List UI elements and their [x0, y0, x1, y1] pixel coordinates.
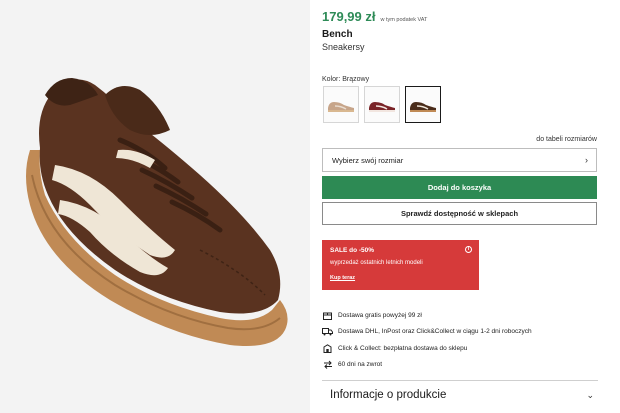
shoe-thumbnail-brown: [410, 101, 436, 112]
price-row: 179,99 zł w tym podatek VAT: [322, 9, 427, 24]
size-chart-link[interactable]: do tabeli rozmiarów: [536, 136, 597, 143]
size-select[interactable]: Wybierz swój rozmiar ›: [322, 148, 597, 172]
product-price: 179,99 zł: [322, 9, 376, 24]
product-info-title: Informacje o produkcie: [330, 389, 447, 401]
vat-note: w tym podatek VAT: [380, 17, 428, 23]
benefit-text: Dostawa DHL, InPost oraz Click&Collect w…: [338, 328, 532, 336]
benefit-text: Click & Collect: bezpłatna dostawa do sk…: [338, 344, 468, 352]
benefit-returns: 60 dni na zwrot: [322, 357, 598, 374]
sale-banner: SALE do -50% wyprzedaż ostatnich letnich…: [322, 240, 479, 290]
delivery-box-icon: [322, 310, 333, 320]
benefit-free-delivery: Dostawa gratis powyżej 99 zł: [322, 307, 598, 324]
swatch-beige[interactable]: [323, 86, 359, 123]
benefit-carriers: Dostawa DHL, InPost oraz Click&Collect w…: [322, 324, 598, 341]
benefit-click-collect: Click & Collect: bezpłatna dostawa do sk…: [322, 340, 598, 357]
benefit-text: Dostawa gratis powyżej 99 zł: [338, 311, 422, 319]
delivery-truck-icon: [322, 327, 333, 337]
product-info-accordion[interactable]: Informacje o produkcie ⌄: [330, 389, 598, 401]
chevron-down-icon: ⌄: [586, 389, 594, 400]
swatch-burgundy[interactable]: [364, 86, 400, 123]
benefit-text: 60 dni na zwrot: [338, 361, 383, 369]
info-icon[interactable]: i: [465, 246, 472, 253]
product-details-panel: 179,99 zł w tym podatek VAT Bench Sneake…: [322, 0, 598, 413]
product-image[interactable]: [0, 0, 310, 413]
return-arrows-icon: [322, 360, 333, 370]
sale-title: SALE do -50%: [330, 247, 375, 254]
section-divider: [322, 380, 598, 381]
sale-description: wyprzedaż ostatnich letnich modeli: [330, 260, 423, 266]
product-brand[interactable]: Bench: [322, 29, 353, 40]
shoe-thumbnail-burgundy: [369, 101, 395, 112]
sale-shop-now-link[interactable]: Kup teraz: [330, 275, 355, 281]
chevron-right-icon: ›: [585, 154, 588, 165]
color-label: Kolor: Brązowy: [322, 76, 370, 83]
add-to-cart-button[interactable]: Dodaj do koszyka: [322, 176, 597, 199]
sneaker-image: [26, 78, 288, 346]
size-select-placeholder: Wybierz swój rozmiar: [332, 155, 404, 165]
product-name: Sneakersy: [322, 42, 365, 52]
shoe-thumbnail-beige: [328, 101, 354, 112]
benefits-list: Dostawa gratis powyżej 99 zł Dostawa DHL…: [322, 307, 598, 373]
check-store-availability-button[interactable]: Sprawdź dostępność w sklepach: [322, 202, 597, 225]
color-swatches: [323, 86, 441, 123]
click-collect-icon: [322, 343, 333, 353]
swatch-brown[interactable]: [405, 86, 441, 123]
